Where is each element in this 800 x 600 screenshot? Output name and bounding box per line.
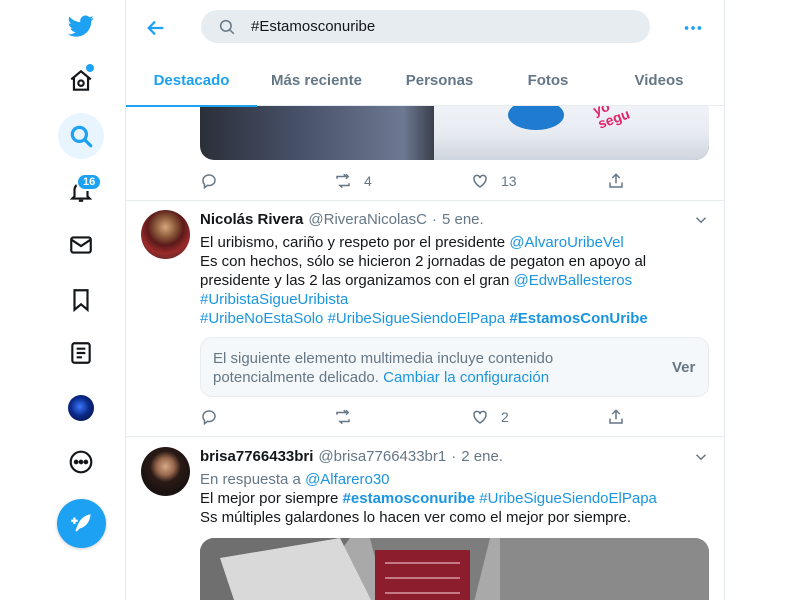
search-results-column: yo segu 4 13 Nicolás Rivera @RiveraNicola… xyxy=(126,0,725,600)
compose-tweet-button[interactable] xyxy=(57,499,106,548)
heart-icon xyxy=(473,174,487,188)
profile-avatar[interactable] xyxy=(58,385,104,431)
tweet-media-image[interactable] xyxy=(200,538,709,600)
search-tabs: Destacado Más reciente Personas Fotos Vi… xyxy=(126,54,724,107)
like-button[interactable]: 2 xyxy=(471,406,509,428)
avatar[interactable] xyxy=(141,447,190,496)
author-handle[interactable]: @brisa7766433br1 xyxy=(318,448,446,465)
retweet-icon xyxy=(336,173,350,189)
retweet-count: 4 xyxy=(364,173,372,189)
arrow-left-icon xyxy=(147,20,164,36)
divider xyxy=(126,200,724,201)
notifications-badge: 16 xyxy=(76,173,103,191)
retweet-icon xyxy=(336,409,350,425)
tab-mas-reciente[interactable]: Más reciente xyxy=(257,54,376,106)
explore-icon[interactable] xyxy=(58,113,104,159)
share-icon xyxy=(609,173,623,188)
tweet-text: En respuesta a @Alfarero30 El mejor por … xyxy=(200,471,657,526)
share-icon xyxy=(609,409,623,424)
share-button[interactable] xyxy=(607,170,625,192)
home-icon[interactable] xyxy=(58,58,104,104)
more-horizontal-icon xyxy=(684,26,702,30)
mention-link[interactable]: @AlvaroUribeVel xyxy=(509,234,623,251)
tab-destacado[interactable]: Destacado xyxy=(126,54,257,107)
change-settings-link[interactable]: Cambiar la configuración xyxy=(383,369,549,386)
search-input[interactable] xyxy=(251,18,631,35)
like-count: 2 xyxy=(501,409,509,425)
compose-tweet-icon xyxy=(70,513,91,532)
hashtag-link[interactable]: #UribistaSigueUribista xyxy=(200,291,348,308)
reply-icon xyxy=(202,410,216,426)
author-name[interactable]: brisa7766433bri xyxy=(200,448,313,465)
reply-button[interactable] xyxy=(200,406,218,428)
view-button[interactable]: Ver xyxy=(672,359,695,376)
chevron-down-icon[interactable] xyxy=(692,448,710,466)
sensitive-media-warning: El siguiente elemento multimedia incluye… xyxy=(200,337,709,397)
hashtag-link[interactable]: #UribeSigueSiendoElPapa xyxy=(328,310,506,327)
tab-fotos[interactable]: Fotos xyxy=(503,54,593,106)
search-box xyxy=(201,10,650,43)
reply-to-link[interactable]: @Alfarero30 xyxy=(305,471,389,488)
chevron-down-icon[interactable] xyxy=(692,211,710,229)
more-icon[interactable] xyxy=(58,439,104,485)
lists-icon[interactable] xyxy=(58,330,104,376)
tweet-actions: 4 13 xyxy=(200,170,630,192)
share-button[interactable] xyxy=(607,406,625,428)
author-name[interactable]: Nicolás Rivera xyxy=(200,211,303,228)
reply-icon xyxy=(202,174,216,190)
search-header xyxy=(126,0,724,54)
bookmarks-icon[interactable] xyxy=(58,277,104,323)
left-nav: 16 xyxy=(0,0,126,600)
search-icon xyxy=(219,19,235,34)
tweet-date[interactable]: 5 ene. xyxy=(442,211,484,228)
heart-icon xyxy=(473,410,487,424)
mention-link[interactable]: @EdwBallesteros xyxy=(514,272,633,289)
tab-videos[interactable]: Videos xyxy=(593,54,724,106)
tweet-header: Nicolás Rivera @RiveraNicolasC · 5 ene. xyxy=(200,211,484,228)
like-count: 13 xyxy=(501,173,517,189)
back-button[interactable] xyxy=(140,12,172,44)
avatar[interactable] xyxy=(141,210,190,259)
home-unread-dot xyxy=(86,64,94,72)
hashtag-link[interactable]: #EstamosConUribe xyxy=(509,310,647,327)
retweet-button[interactable]: 4 xyxy=(334,170,372,192)
like-button[interactable]: 13 xyxy=(471,170,517,192)
messages-icon[interactable] xyxy=(58,222,104,268)
hashtag-link[interactable]: #UribeNoEstaSolo xyxy=(200,310,323,327)
tweet-actions: 2 xyxy=(200,406,630,428)
retweet-button[interactable] xyxy=(334,406,352,428)
tweet-date[interactable]: 2 ene. xyxy=(461,448,503,465)
hashtag-link[interactable]: #UribeSigueSiendoElPapa xyxy=(479,490,657,507)
tweet-header: brisa7766433bri @brisa7766433br1 · 2 ene… xyxy=(200,448,503,465)
author-handle[interactable]: @RiveraNicolasC xyxy=(308,211,427,228)
hashtag-link[interactable]: #estamosconuribe xyxy=(343,490,476,507)
reply-button[interactable] xyxy=(200,170,218,192)
twitter-logo[interactable] xyxy=(58,3,104,49)
tab-personas[interactable]: Personas xyxy=(376,54,503,106)
more-options-button[interactable] xyxy=(679,14,707,42)
tweet-text: El uribismo, cariño y respeto por el pre… xyxy=(200,234,648,327)
divider xyxy=(126,436,724,437)
